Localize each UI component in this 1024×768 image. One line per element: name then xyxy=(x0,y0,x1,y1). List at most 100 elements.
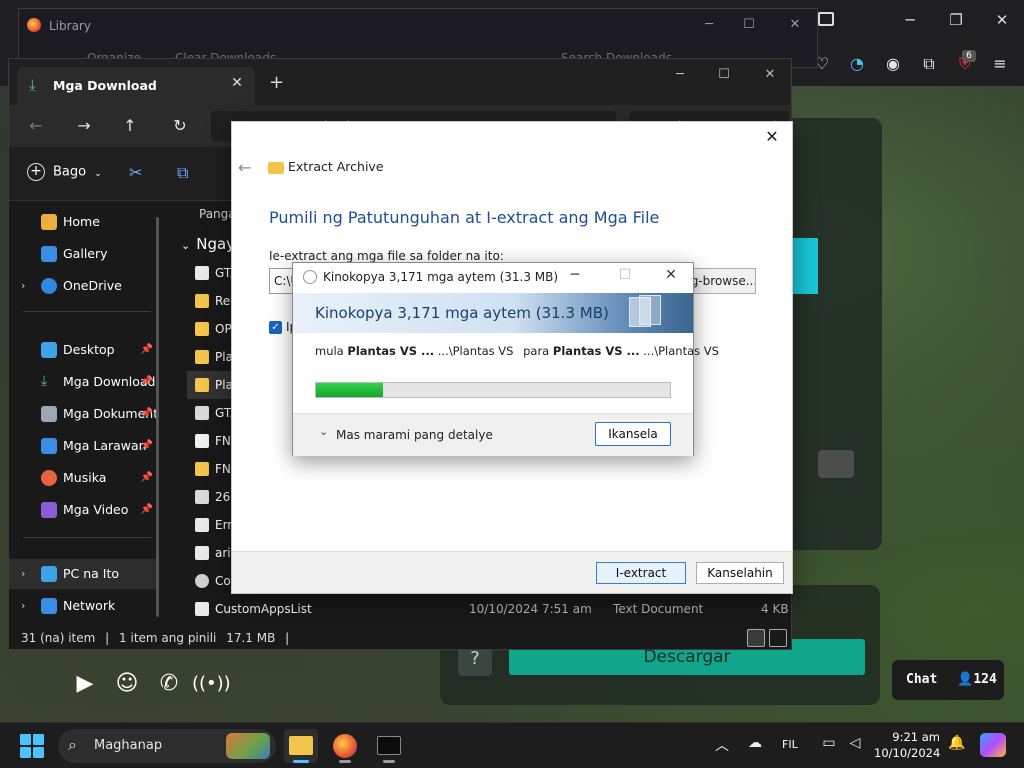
explorer-close-button[interactable]: ✕ xyxy=(759,67,781,82)
terminal-taskbar-button[interactable] xyxy=(372,729,406,763)
file-icon xyxy=(195,266,209,280)
show-files-checkbox[interactable]: ✓ xyxy=(269,321,282,334)
browser-minimize-button[interactable]: ─ xyxy=(898,8,922,32)
extract-cancel-button[interactable]: Kanselahin xyxy=(696,562,784,584)
status-separator: | xyxy=(105,631,110,645)
file-icon xyxy=(195,490,209,504)
cloud-icon xyxy=(41,278,57,294)
new-button[interactable]: + Bago ⌄ xyxy=(27,163,102,181)
copy-minimize-button[interactable]: ─ xyxy=(565,267,585,283)
browser-close-button[interactable]: ✕ xyxy=(990,8,1014,32)
back-arrow-icon[interactable]: ← xyxy=(238,158,251,177)
new-tab-button[interactable]: + xyxy=(269,72,284,93)
extract-button[interactable]: I-extract xyxy=(596,562,686,584)
copilot-icon[interactable] xyxy=(980,733,1006,757)
sidebar-item-pictures[interactable]: Mga Larawan 📌 xyxy=(9,431,159,461)
file-icon xyxy=(195,406,209,420)
windows-logo-tile xyxy=(20,734,31,745)
forward-button[interactable]: → xyxy=(71,113,97,139)
copy-maximize-button: ☐ xyxy=(618,267,632,283)
explorer-minimize-button[interactable]: ─ xyxy=(669,67,691,82)
explorer-tab[interactable]: ⤓ Mga Download ✕ xyxy=(17,67,255,105)
copy-close-button[interactable]: ✕ xyxy=(661,267,681,283)
download-icon: ⤓ xyxy=(41,373,48,389)
pages-icon xyxy=(639,295,661,325)
firefox-icon xyxy=(27,18,41,32)
library-maximize-button[interactable]: ☐ xyxy=(739,17,759,32)
broadcast-icon[interactable]: ((•)) xyxy=(192,668,231,700)
sidebar-item-home[interactable]: Home xyxy=(9,207,159,237)
chat-button[interactable]: Chat 👤124 xyxy=(892,660,1004,700)
chevron-down-icon[interactable]: ⌄ xyxy=(319,425,328,438)
firefox-icon xyxy=(333,734,357,758)
running-indicator xyxy=(339,760,351,763)
download-icon: ⤓ xyxy=(29,76,36,94)
copy-cancel-button[interactable]: Ikansela xyxy=(595,422,671,446)
start-button[interactable] xyxy=(20,734,44,758)
item-count: 31 (na) item xyxy=(21,631,96,645)
sidebar-item-music[interactable]: Musika 📌 xyxy=(9,463,159,493)
taskbar-search[interactable]: ⌕ Maghanap xyxy=(58,729,276,763)
selected-size: 17.1 MB xyxy=(226,631,276,645)
tiles-view-icon[interactable] xyxy=(769,629,787,647)
sidebar-item-label: Mga Larawan xyxy=(63,438,147,453)
folder-icon xyxy=(195,294,209,308)
copy-progress-dialog: Kinokopya 3,171 mga aytem (31.3 MB) ─ ☐ … xyxy=(292,262,719,456)
menu-icon[interactable]: ≡ xyxy=(988,52,1012,76)
clock[interactable]: 9:21 am 10/10/2024 xyxy=(874,729,940,761)
source-path: ...\Plantas VS xyxy=(437,344,514,358)
sidebar-item-downloads[interactable]: ⤓ Mga Download 📌 xyxy=(9,367,159,397)
cut-icon[interactable]: ✂ xyxy=(129,163,142,182)
chevron-down-icon: ⌄ xyxy=(181,239,191,252)
refresh-button[interactable]: ↻ xyxy=(167,113,193,139)
extract-close-button[interactable]: ✕ xyxy=(760,127,784,146)
copy-banner-text: Kinokopya 3,171 mga aytem (31.3 MB) xyxy=(315,304,609,322)
youtube-icon[interactable]: ▶ xyxy=(68,668,102,700)
volume-icon[interactable]: ◁ xyxy=(844,735,866,751)
chevron-right-icon[interactable]: › xyxy=(21,271,25,301)
up-button[interactable]: ↑ xyxy=(117,113,143,139)
sidebar-item-onedrive[interactable]: › OneDrive xyxy=(9,271,159,301)
sidebar-item-desktop[interactable]: Desktop 📌 xyxy=(9,335,159,365)
destination-link[interactable]: Plantas VS ... xyxy=(553,344,640,358)
windows-logo-tile xyxy=(20,747,31,758)
status-bar: 31 (na) item | 1 item ang pinili 17.1 MB… xyxy=(9,625,791,651)
details-view-icon[interactable] xyxy=(747,629,765,647)
sidebar-scrollbar[interactable] xyxy=(156,217,159,617)
source-link[interactable]: Plantas VS ... xyxy=(347,344,434,358)
explorer-maximize-button[interactable]: ☐ xyxy=(713,67,735,82)
whatsapp-icon[interactable]: ✆ xyxy=(152,668,186,700)
cloud-off-icon[interactable]: ☁ xyxy=(744,735,766,751)
more-details-toggle[interactable]: Mas marami pang detalye xyxy=(336,428,493,442)
file-explorer-taskbar-button[interactable] xyxy=(284,729,318,763)
copy-progress-bar xyxy=(315,382,671,398)
vpn-icon[interactable]: ◔ xyxy=(845,52,869,76)
file-row[interactable]: CustomAppsList 10/10/2024 7:51 am Text D… xyxy=(187,595,789,621)
browser-maximize-button[interactable]: ❐ xyxy=(944,8,968,32)
sidebar-item-videos[interactable]: Mga Video 📌 xyxy=(9,495,159,525)
sidebar-item-this-pc[interactable]: › PC na Ito xyxy=(9,559,159,589)
copy-icon[interactable]: ⧉ xyxy=(177,163,188,183)
notification-bell-icon[interactable]: 🔔 xyxy=(946,735,968,751)
chevron-right-icon[interactable]: › xyxy=(21,591,25,621)
folder-icon xyxy=(195,350,209,364)
site-button[interactable] xyxy=(818,450,854,478)
tab-list-icon[interactable] xyxy=(818,12,834,26)
language-indicator[interactable]: FIL xyxy=(782,738,798,751)
sidebar-item-documents[interactable]: Mga Dokumento 📌 xyxy=(9,399,159,429)
chevron-up-icon[interactable]: ︿ xyxy=(711,735,733,755)
chevron-right-icon[interactable]: › xyxy=(21,559,25,589)
library-minimize-button[interactable]: ─ xyxy=(699,17,719,32)
back-button[interactable]: ← xyxy=(23,113,49,139)
discord-icon[interactable]: ☺ xyxy=(110,668,144,700)
account-icon[interactable]: ◉ xyxy=(881,52,905,76)
firefox-taskbar-button[interactable] xyxy=(328,729,362,763)
network-icon[interactable]: ▭ xyxy=(818,735,840,751)
chevron-down-icon: ⌄ xyxy=(94,168,102,179)
library-close-button[interactable]: ✕ xyxy=(785,17,805,32)
sidebar-item-gallery[interactable]: Gallery xyxy=(9,239,159,269)
folder-icon xyxy=(195,378,209,392)
extensions-icon[interactable]: ⧉ xyxy=(917,52,941,76)
sidebar-item-network[interactable]: › Network xyxy=(9,591,159,621)
tab-close-button[interactable]: ✕ xyxy=(227,75,247,91)
